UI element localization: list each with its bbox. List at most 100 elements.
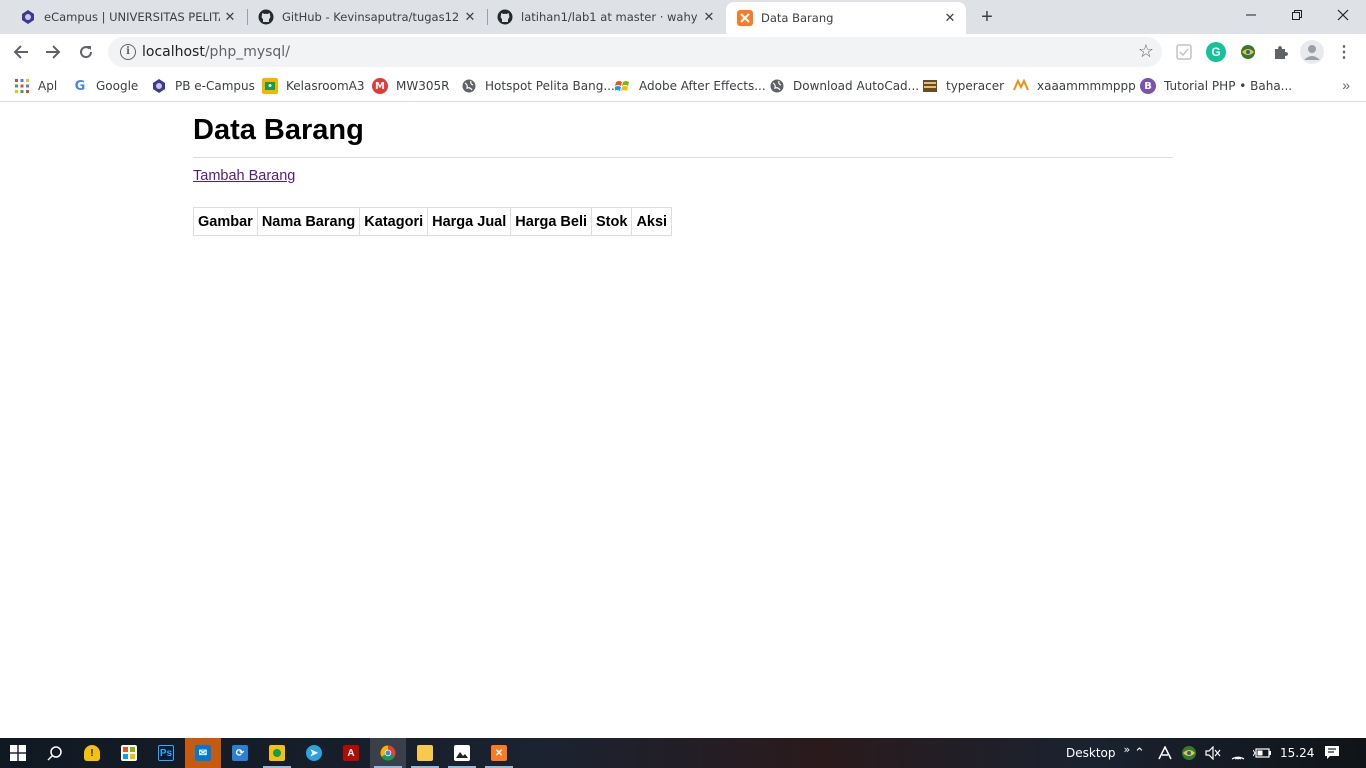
taskbar-store[interactable] (111, 738, 147, 768)
column-header-nama-barang: Nama Barang (256, 207, 361, 236)
windows-logo-icon (10, 745, 26, 761)
profile-avatar-icon[interactable] (1300, 40, 1324, 64)
tab-title: latihan1/lab1 at master · wahyula (521, 10, 697, 24)
taskbar-chrome[interactable] (370, 738, 406, 768)
bookmark-adobe-after-effects[interactable]: Adobe After Effects... (615, 76, 766, 96)
new-tab-button[interactable]: + (977, 7, 997, 27)
column-header-harga-beli: Harga Beli (510, 207, 593, 236)
search-button[interactable] (37, 738, 73, 768)
bookmark-kelasrooma3[interactable]: KelasroomA3 (262, 76, 364, 96)
taskbar-xampp[interactable]: ✕ (481, 738, 517, 768)
shield-icon: ! (84, 745, 100, 761)
restore-button[interactable] (1274, 0, 1320, 30)
bookmark-star-icon[interactable]: ☆ (1138, 41, 1154, 62)
menu-kebab-icon[interactable]: ⋮ (1334, 42, 1354, 62)
info-icon[interactable]: i (120, 44, 136, 60)
arrow-right-icon (46, 45, 61, 59)
extension-icon[interactable] (1174, 42, 1194, 62)
taskbar-telegram[interactable]: ➤ (296, 738, 332, 768)
autodesk-icon (1158, 746, 1172, 760)
recycle-icon: ⟳ (232, 745, 248, 761)
reload-button[interactable] (74, 40, 98, 64)
apps-grid-icon (14, 78, 30, 94)
bookmark-label: typeracer (946, 79, 1005, 93)
tray-volume[interactable] (1205, 738, 1221, 768)
taskbar-file-explorer[interactable] (407, 738, 443, 768)
grammarly-icon[interactable]: G (1206, 42, 1226, 62)
column-header-harga-jual: Harga Jual (427, 207, 512, 236)
desktop-chevron[interactable]: » (1124, 743, 1131, 756)
bookmark-tutorial-php[interactable]: B Tutorial PHP • Baha... (1140, 76, 1292, 96)
show-hidden-icons[interactable]: ⌃ (1134, 738, 1145, 768)
tray-battery[interactable] (1253, 738, 1271, 768)
forward-button[interactable] (41, 40, 65, 64)
taskbar-photos[interactable] (444, 738, 480, 768)
address-bar[interactable]: i localhost/php_mysql/ ☆ (108, 37, 1162, 67)
wifi-icon (1231, 756, 1245, 760)
bookmark-pb-ecampus[interactable]: PB e-Campus (151, 76, 255, 96)
classroom-icon (262, 78, 278, 94)
bookmark-label: Apl (38, 79, 58, 93)
tab-ecampus[interactable]: eCampus | UNIVERSITAS PELITA B ✕ (0, 0, 246, 34)
tray-vpn[interactable] (1181, 738, 1197, 768)
bookmark-label: xaaammmmppp (1037, 79, 1136, 93)
bookmark-label: KelasroomA3 (286, 79, 365, 93)
folder-icon (417, 745, 433, 761)
github-icon (497, 9, 513, 25)
bookmarks-bar: Apl G Google PB e-Campus KelasroomA3 M M… (0, 70, 1366, 102)
taskbar-recycle[interactable]: ⟳ (222, 738, 258, 768)
url-host: localhost (142, 44, 205, 60)
table-header-row: Gambar Nama Barang Katagori Harga Jual H… (193, 207, 673, 236)
tray-autodesk[interactable] (1158, 738, 1172, 768)
close-icon[interactable]: ✕ (462, 9, 478, 25)
windows-flag-icon (615, 78, 631, 94)
close-icon[interactable]: ✕ (701, 9, 717, 25)
back-button[interactable] (9, 40, 33, 64)
image-icon (454, 745, 470, 761)
taskbar-acrobat[interactable]: A (333, 738, 369, 768)
desktop-toolbar[interactable]: Desktop » (1066, 738, 1130, 768)
close-icon[interactable]: ✕ (942, 10, 958, 26)
tambah-barang-link[interactable]: Tambah Barang (193, 168, 295, 184)
chrome-icon (380, 745, 396, 761)
bookmark-hotspot[interactable]: Hotspot Pelita Bang... (461, 76, 615, 96)
url-text[interactable]: localhost/php_mysql/ (142, 44, 290, 60)
bookmark-label: Tutorial PHP • Baha... (1164, 79, 1293, 93)
url-path: /php_mysql/ (204, 44, 290, 60)
taskbar-security[interactable]: ! (74, 738, 110, 768)
tab-github-latihan1[interactable]: latihan1/lab1 at master · wahyula ✕ (477, 0, 725, 34)
chevron-up-icon: ⌃ (1134, 745, 1145, 761)
puzzle-icon[interactable] (1270, 42, 1290, 62)
globe-extension-icon[interactable] (1238, 42, 1258, 62)
bookmark-typeracer[interactable]: typeracer (922, 76, 1004, 96)
clock[interactable]: 15.24 (1280, 738, 1314, 768)
tab-github-kevinsaputra[interactable]: GitHub - Kevinsaputra/tugas123 ✕ (238, 0, 486, 34)
tray-wifi[interactable] (1230, 738, 1246, 768)
taskbar-photoshop[interactable]: Ps (148, 738, 184, 768)
bookmark-download-autocad[interactable]: Download AutoCad... (769, 76, 919, 96)
bookmark-mw305r[interactable]: M MW305R (372, 76, 449, 96)
bookmark-label: Hotspot Pelita Bang... (485, 79, 615, 93)
app-icon (269, 745, 285, 761)
tab-data-barang[interactable]: Data Barang ✕ (726, 2, 966, 34)
bookmark-label: PB e-Campus (175, 79, 255, 93)
bootstrap-icon: B (1140, 78, 1156, 94)
close-icon[interactable]: ✕ (222, 9, 238, 25)
taskbar-mail[interactable]: ✉ (185, 738, 221, 768)
bookmarks-more-button[interactable]: » (1342, 77, 1350, 93)
bookmark-label: MW305R (396, 79, 450, 93)
close-window-button[interactable] (1320, 0, 1366, 30)
github-icon (258, 9, 274, 25)
desktop-label: Desktop (1066, 746, 1116, 760)
taskbar-app-yellow[interactable] (259, 738, 295, 768)
action-center-button[interactable] (1324, 738, 1340, 768)
start-button[interactable] (0, 738, 36, 768)
bookmark-apl[interactable]: Apl (14, 76, 57, 96)
xampp-icon: ✕ (491, 745, 507, 761)
store-icon (121, 745, 137, 761)
bookmark-google[interactable]: G Google (72, 76, 139, 96)
reload-icon (80, 46, 93, 59)
minimize-button[interactable] (1228, 0, 1274, 30)
mail-icon: ✉ (195, 745, 211, 761)
bookmark-xaaammmmppp[interactable]: xaaammmmppp (1013, 76, 1136, 96)
